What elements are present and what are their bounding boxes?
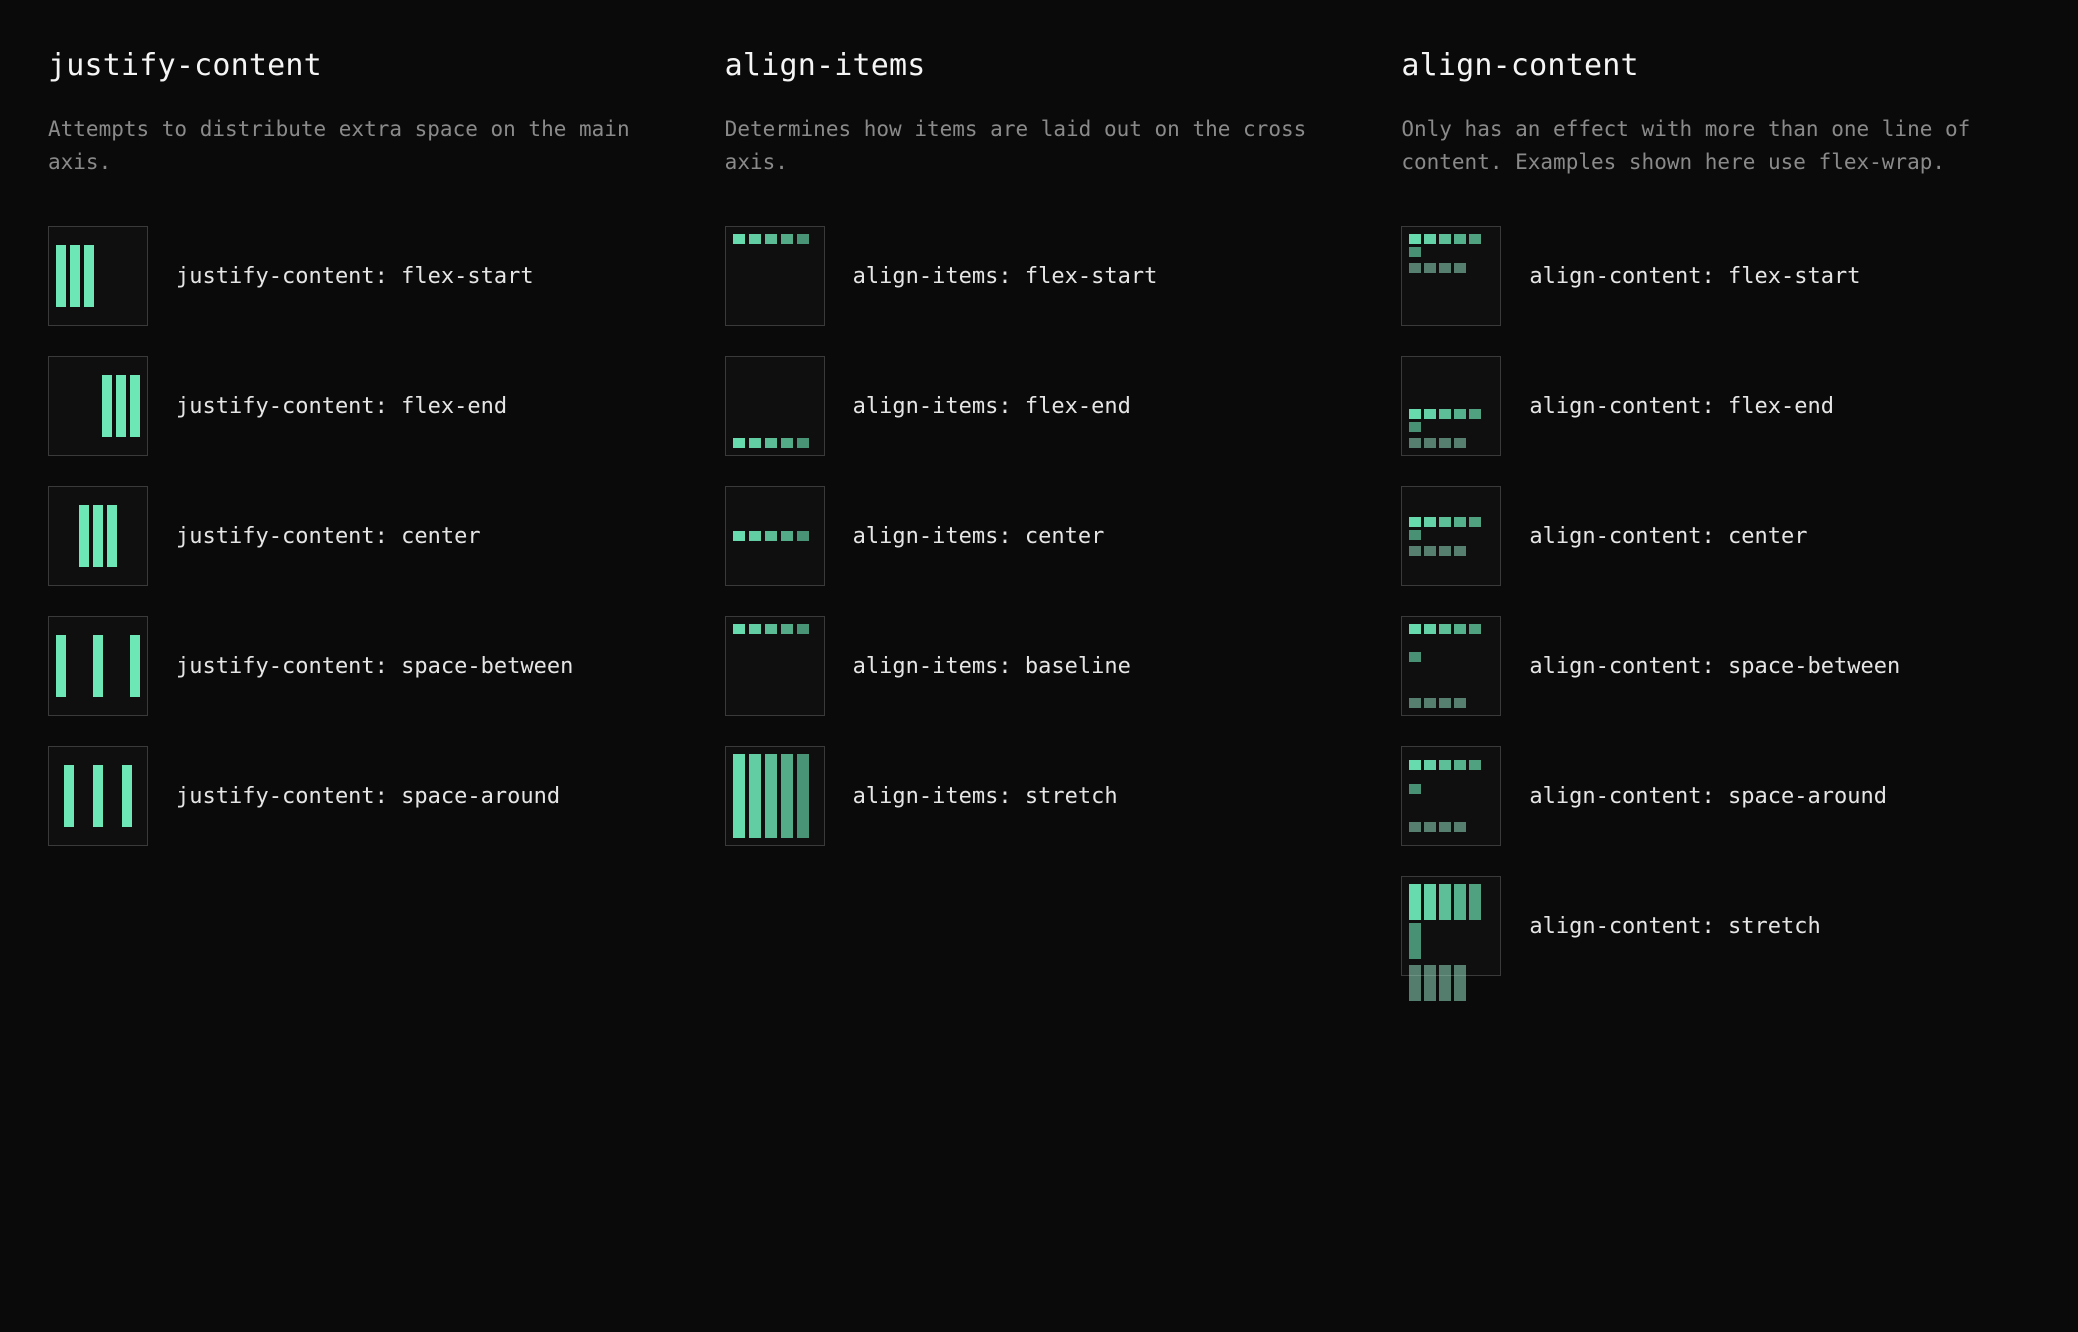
example-row: align-items: baseline: [725, 616, 1354, 716]
flex-demo-icon: [1401, 616, 1501, 716]
example-label: align-content: space-around: [1529, 784, 1887, 809]
example-row: align-content: center: [1401, 486, 2030, 586]
columns-container: justify-content Attempts to distribute e…: [48, 48, 2030, 1006]
example-row: align-content: flex-end: [1401, 356, 2030, 456]
flex-demo-icon: [725, 356, 825, 456]
flex-demo-icon: [1401, 486, 1501, 586]
example-row: justify-content: flex-end: [48, 356, 677, 456]
example-row: align-items: stretch: [725, 746, 1354, 846]
example-label: justify-content: center: [176, 524, 481, 549]
flex-demo-icon: [48, 616, 148, 716]
column-align-items: align-items Determines how items are lai…: [725, 48, 1354, 1006]
example-label: align-content: stretch: [1529, 914, 1820, 939]
column-align-content: align-content Only has an effect with mo…: [1401, 48, 2030, 1006]
flex-demo-icon: [48, 356, 148, 456]
example-row: align-items: flex-end: [725, 356, 1354, 456]
description-justify-content: Attempts to distribute extra space on th…: [48, 113, 677, 178]
example-row: align-content: space-around: [1401, 746, 2030, 846]
example-label: align-content: flex-start: [1529, 264, 1860, 289]
flex-demo-icon: [725, 616, 825, 716]
example-label: align-items: flex-start: [853, 264, 1158, 289]
example-label: justify-content: flex-end: [176, 394, 507, 419]
example-label: align-items: center: [853, 524, 1105, 549]
example-row: align-items: flex-start: [725, 226, 1354, 326]
description-align-items: Determines how items are laid out on the…: [725, 113, 1354, 178]
example-row: align-content: space-between: [1401, 616, 2030, 716]
flex-demo-icon: [48, 486, 148, 586]
example-label: align-content: space-between: [1529, 654, 1900, 679]
example-label: align-items: baseline: [853, 654, 1131, 679]
example-row: justify-content: space-between: [48, 616, 677, 716]
example-label: align-content: flex-end: [1529, 394, 1834, 419]
flex-demo-icon: [725, 746, 825, 846]
heading-align-content: align-content: [1401, 48, 2030, 83]
example-row: align-items: center: [725, 486, 1354, 586]
flex-demo-icon: [1401, 876, 1501, 976]
example-label: align-content: center: [1529, 524, 1807, 549]
flex-demo-icon: [725, 226, 825, 326]
example-row: justify-content: space-around: [48, 746, 677, 846]
heading-justify-content: justify-content: [48, 48, 677, 83]
flex-demo-icon: [48, 226, 148, 326]
flex-demo-icon: [48, 746, 148, 846]
example-label: align-items: stretch: [853, 784, 1118, 809]
example-row: justify-content: flex-start: [48, 226, 677, 326]
example-row: justify-content: center: [48, 486, 677, 586]
example-row: align-content: stretch: [1401, 876, 2030, 976]
heading-align-items: align-items: [725, 48, 1354, 83]
flex-demo-icon: [1401, 746, 1501, 846]
flex-demo-icon: [1401, 356, 1501, 456]
flex-demo-icon: [725, 486, 825, 586]
description-align-content: Only has an effect with more than one li…: [1401, 113, 2030, 178]
example-row: align-content: flex-start: [1401, 226, 2030, 326]
flex-demo-icon: [1401, 226, 1501, 326]
example-label: justify-content: space-around: [176, 784, 560, 809]
column-justify-content: justify-content Attempts to distribute e…: [48, 48, 677, 1006]
example-label: justify-content: space-between: [176, 654, 573, 679]
example-label: align-items: flex-end: [853, 394, 1131, 419]
example-label: justify-content: flex-start: [176, 264, 534, 289]
